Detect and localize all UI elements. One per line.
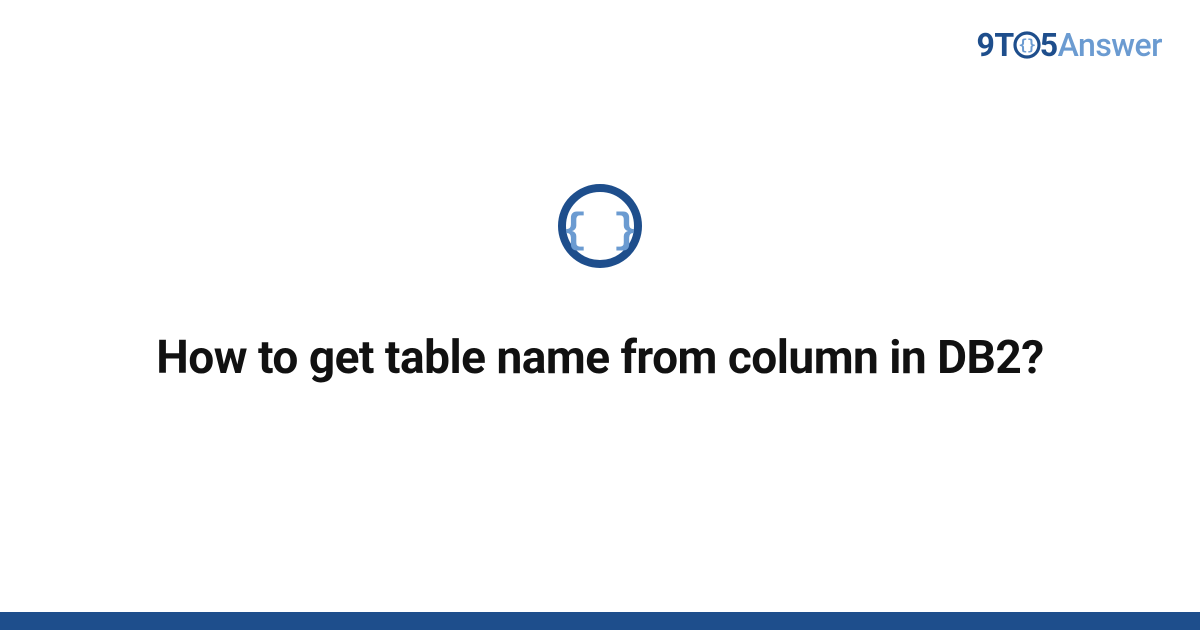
curly-braces-icon: { } — [555, 181, 645, 275]
main-content: { } How to get table name from column in… — [0, 0, 1200, 630]
svg-text:{ }: { } — [562, 207, 638, 255]
footer-bar — [0, 612, 1200, 630]
question-title: How to get table name from column in DB2… — [156, 327, 1043, 389]
